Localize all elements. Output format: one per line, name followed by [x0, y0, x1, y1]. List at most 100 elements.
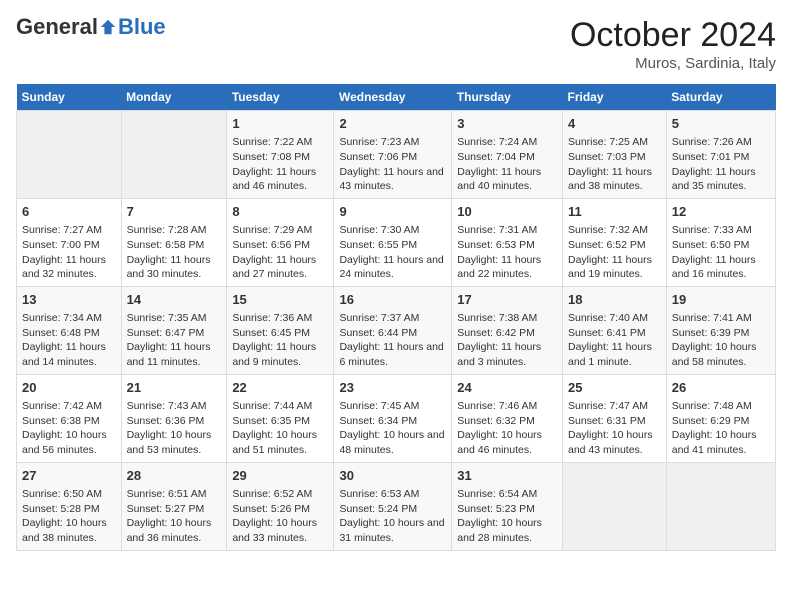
day-info: Sunrise: 7:38 AMSunset: 6:42 PMDaylight:… [457, 311, 557, 370]
day-header-friday: Friday [563, 84, 667, 111]
calendar-cell: 23 Sunrise: 7:45 AMSunset: 6:34 PMDayligh… [334, 374, 452, 462]
day-number: 30 [339, 467, 446, 485]
day-number: 28 [127, 467, 222, 485]
logo-icon [99, 18, 117, 36]
day-header-thursday: Thursday [452, 84, 563, 111]
day-info: Sunrise: 7:34 AMSunset: 6:48 PMDaylight:… [22, 311, 116, 370]
calendar-cell: 9 Sunrise: 7:30 AMSunset: 6:55 PMDaylight… [334, 198, 452, 286]
calendar-cell: 18 Sunrise: 7:40 AMSunset: 6:41 PMDayligh… [563, 286, 667, 374]
calendar-week-row: 27Sunrise: 6:50 AMSunset: 5:28 PMDayligh… [17, 462, 776, 550]
logo-text: General Blue [16, 16, 166, 38]
calendar-cell: 28Sunrise: 6:51 AMSunset: 5:27 PMDayligh… [121, 462, 227, 550]
day-number: 26 [672, 379, 770, 397]
day-info: Sunrise: 7:28 AMSunset: 6:58 PMDaylight:… [127, 223, 222, 282]
day-info: Sunrise: 7:23 AMSunset: 7:06 PMDaylight:… [339, 135, 446, 194]
day-number: 31 [457, 467, 557, 485]
day-info: Sunrise: 7:44 AMSunset: 6:35 PMDaylight:… [232, 399, 328, 458]
calendar-cell: 5 Sunrise: 7:26 AMSunset: 7:01 PMDaylight… [666, 111, 775, 199]
day-info: Sunrise: 6:53 AMSunset: 5:24 PMDaylight:… [339, 487, 446, 546]
calendar-cell: 22 Sunrise: 7:44 AMSunset: 6:35 PMDayligh… [227, 374, 334, 462]
calendar-cell [563, 462, 667, 550]
day-header-wednesday: Wednesday [334, 84, 452, 111]
day-info: Sunrise: 7:24 AMSunset: 7:04 PMDaylight:… [457, 135, 557, 194]
day-info: Sunrise: 7:45 AMSunset: 6:34 PMDaylight:… [339, 399, 446, 458]
day-header-monday: Monday [121, 84, 227, 111]
calendar-week-row: 13 Sunrise: 7:34 AMSunset: 6:48 PMDayligh… [17, 286, 776, 374]
day-number: 17 [457, 291, 557, 309]
calendar-cell: 3Sunrise: 7:24 AMSunset: 7:04 PMDaylight… [452, 111, 563, 199]
day-number: 11 [568, 203, 661, 221]
calendar-cell: 25Sunrise: 7:47 AMSunset: 6:31 PMDayligh… [563, 374, 667, 462]
day-info: Sunrise: 7:29 AMSunset: 6:56 PMDaylight:… [232, 223, 328, 282]
day-number: 1 [232, 115, 328, 133]
day-number: 15 [232, 291, 328, 309]
calendar-cell: 14Sunrise: 7:35 AMSunset: 6:47 PMDayligh… [121, 286, 227, 374]
calendar-cell: 15 Sunrise: 7:36 AMSunset: 6:45 PMDayligh… [227, 286, 334, 374]
calendar-cell: 26 Sunrise: 7:48 AMSunset: 6:29 PMDayligh… [666, 374, 775, 462]
day-info: Sunrise: 7:31 AMSunset: 6:53 PMDaylight:… [457, 223, 557, 282]
calendar-cell: 29 Sunrise: 6:52 AMSunset: 5:26 PMDayligh… [227, 462, 334, 550]
calendar-table: SundayMondayTuesdayWednesdayThursdayFrid… [16, 84, 776, 551]
calendar-cell: 10 Sunrise: 7:31 AMSunset: 6:53 PMDayligh… [452, 198, 563, 286]
day-info: Sunrise: 7:26 AMSunset: 7:01 PMDaylight:… [672, 135, 770, 194]
calendar-cell: 2 Sunrise: 7:23 AMSunset: 7:06 PMDaylight… [334, 111, 452, 199]
day-number: 7 [127, 203, 222, 221]
calendar-cell [666, 462, 775, 550]
calendar-cell: 19 Sunrise: 7:41 AMSunset: 6:39 PMDayligh… [666, 286, 775, 374]
calendar-cell: 13 Sunrise: 7:34 AMSunset: 6:48 PMDayligh… [17, 286, 122, 374]
day-number: 4 [568, 115, 661, 133]
calendar-week-row: 6Sunrise: 7:27 AMSunset: 7:00 PMDaylight… [17, 198, 776, 286]
day-info: Sunrise: 7:30 AMSunset: 6:55 PMDaylight:… [339, 223, 446, 282]
day-number: 14 [127, 291, 222, 309]
calendar-cell: 6Sunrise: 7:27 AMSunset: 7:00 PMDaylight… [17, 198, 122, 286]
day-info: Sunrise: 7:22 AMSunset: 7:08 PMDaylight:… [232, 135, 328, 194]
day-number: 9 [339, 203, 446, 221]
calendar-cell: 21 Sunrise: 7:43 AMSunset: 6:36 PMDayligh… [121, 374, 227, 462]
day-info: Sunrise: 7:46 AMSunset: 6:32 PMDaylight:… [457, 399, 557, 458]
calendar-cell: 27Sunrise: 6:50 AMSunset: 5:28 PMDayligh… [17, 462, 122, 550]
day-number: 23 [339, 379, 446, 397]
day-header-sunday: Sunday [17, 84, 122, 111]
day-info: Sunrise: 6:52 AMSunset: 5:26 PMDaylight:… [232, 487, 328, 546]
calendar-cell: 16 Sunrise: 7:37 AMSunset: 6:44 PMDayligh… [334, 286, 452, 374]
day-number: 2 [339, 115, 446, 133]
day-number: 22 [232, 379, 328, 397]
page-header: General Blue October 2024 Muros, Sardini… [16, 16, 776, 72]
calendar-cell: 31Sunrise: 6:54 AMSunset: 5:23 PMDayligh… [452, 462, 563, 550]
day-number: 8 [232, 203, 328, 221]
day-info: Sunrise: 7:43 AMSunset: 6:36 PMDaylight:… [127, 399, 222, 458]
day-number: 16 [339, 291, 446, 309]
day-number: 20 [22, 379, 116, 397]
logo-general: General [16, 16, 98, 38]
calendar-week-row: 20Sunrise: 7:42 AMSunset: 6:38 PMDayligh… [17, 374, 776, 462]
day-info: Sunrise: 7:32 AMSunset: 6:52 PMDaylight:… [568, 223, 661, 282]
calendar-cell: 12Sunrise: 7:33 AMSunset: 6:50 PMDayligh… [666, 198, 775, 286]
calendar-cell [17, 111, 122, 199]
day-info: Sunrise: 7:36 AMSunset: 6:45 PMDaylight:… [232, 311, 328, 370]
location: Muros, Sardinia, Italy [570, 55, 776, 72]
calendar-cell: 4 Sunrise: 7:25 AMSunset: 7:03 PMDaylight… [563, 111, 667, 199]
day-number: 10 [457, 203, 557, 221]
day-header-tuesday: Tuesday [227, 84, 334, 111]
day-info: Sunrise: 7:25 AMSunset: 7:03 PMDaylight:… [568, 135, 661, 194]
calendar-cell: 20Sunrise: 7:42 AMSunset: 6:38 PMDayligh… [17, 374, 122, 462]
day-number: 21 [127, 379, 222, 397]
title-block: October 2024 Muros, Sardinia, Italy [570, 16, 776, 72]
calendar-cell: 8 Sunrise: 7:29 AMSunset: 6:56 PMDaylight… [227, 198, 334, 286]
day-info: Sunrise: 7:40 AMSunset: 6:41 PMDaylight:… [568, 311, 661, 370]
day-number: 5 [672, 115, 770, 133]
month-title: October 2024 [570, 16, 776, 55]
day-number: 13 [22, 291, 116, 309]
day-info: Sunrise: 7:41 AMSunset: 6:39 PMDaylight:… [672, 311, 770, 370]
calendar-cell: 17 Sunrise: 7:38 AMSunset: 6:42 PMDayligh… [452, 286, 563, 374]
logo-blue: Blue [118, 16, 166, 38]
day-info: Sunrise: 7:48 AMSunset: 6:29 PMDaylight:… [672, 399, 770, 458]
day-info: Sunrise: 7:37 AMSunset: 6:44 PMDaylight:… [339, 311, 446, 370]
calendar-cell: 24 Sunrise: 7:46 AMSunset: 6:32 PMDayligh… [452, 374, 563, 462]
calendar-header-row: SundayMondayTuesdayWednesdayThursdayFrid… [17, 84, 776, 111]
day-number: 18 [568, 291, 661, 309]
day-number: 19 [672, 291, 770, 309]
day-number: 24 [457, 379, 557, 397]
day-number: 29 [232, 467, 328, 485]
day-info: Sunrise: 6:50 AMSunset: 5:28 PMDaylight:… [22, 487, 116, 546]
